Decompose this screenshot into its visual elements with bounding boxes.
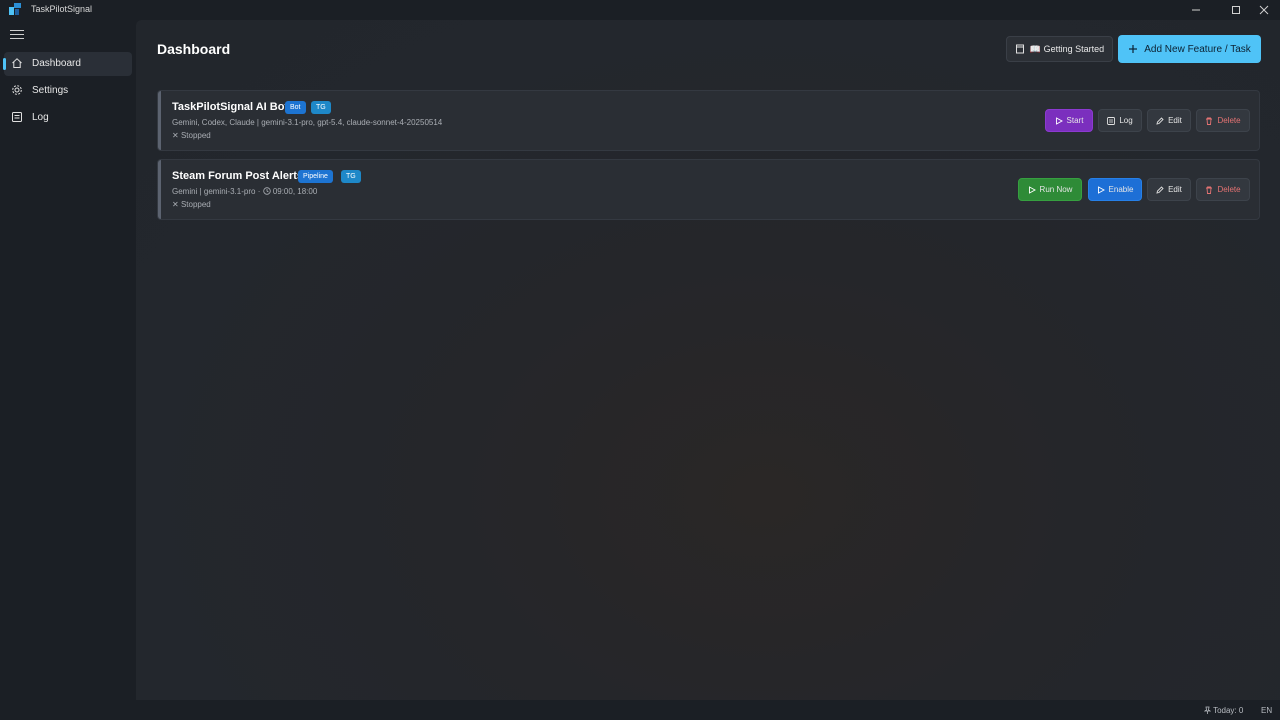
hamburger-icon-line — [10, 34, 24, 35]
sidebar-item-log[interactable]: Log — [4, 106, 132, 130]
badge-tg: TG — [341, 170, 361, 183]
edit-button[interactable]: Edit — [1147, 109, 1191, 132]
task-subtitle-models: Gemini | gemini-3.1-pro — [172, 187, 256, 196]
sidebar-item-dashboard[interactable]: Dashboard — [3, 52, 132, 76]
sidebar-item-label: Log — [32, 112, 49, 123]
clock-icon — [262, 187, 271, 195]
gear-icon — [12, 85, 22, 95]
play-icon — [1097, 185, 1105, 194]
title-bar: TaskPilotSignal — [0, 0, 1280, 20]
app-title: TaskPilotSignal — [31, 4, 93, 14]
sidebar: Dashboard Settings Log — [0, 20, 136, 700]
task-card: TaskPilotSignal AI Bot Bot TG Gemini, Co… — [157, 90, 1260, 151]
status-text: Stopped — [180, 200, 211, 209]
active-indicator — [3, 58, 6, 70]
menu-toggle-button[interactable] — [10, 30, 24, 42]
badge-bot: Bot — [285, 101, 306, 114]
sidebar-item-label: Dashboard — [32, 58, 81, 69]
add-new-feature-button[interactable]: Add New Feature / Task — [1118, 35, 1261, 63]
task-status: ✕ Stopped — [172, 131, 211, 140]
status-text: Stopped — [180, 131, 211, 140]
sidebar-item-label: Settings — [32, 85, 69, 96]
close-icon — [1259, 5, 1269, 15]
status-bar: Today: 0 EN — [0, 700, 1280, 720]
pencil-icon — [1156, 116, 1164, 125]
log-button[interactable]: Log — [1098, 109, 1142, 132]
book-icon — [1015, 44, 1024, 54]
log-icon — [12, 112, 22, 122]
delete-button[interactable]: Delete — [1196, 178, 1250, 201]
home-icon — [12, 58, 22, 68]
task-subtitle: Gemini | gemini-3.1-pro · 09:00, 18:00 — [172, 187, 317, 196]
task-name: Steam Forum Post Alerts — [172, 170, 304, 182]
delete-label: Delete — [1217, 116, 1241, 125]
language-selector[interactable]: EN — [1261, 706, 1272, 715]
delete-label: Delete — [1217, 185, 1241, 194]
close-button[interactable] — [1244, 0, 1280, 20]
task-name: TaskPilotSignal AI Bot — [172, 101, 289, 113]
page-title: Dashboard — [157, 41, 231, 57]
run-now-label: Run Now — [1039, 185, 1073, 194]
app-logo-icon — [9, 3, 21, 15]
edit-label: Edit — [1168, 185, 1182, 194]
enable-label: Enable — [1108, 185, 1134, 194]
start-label: Start — [1066, 116, 1084, 125]
run-now-button[interactable]: Run Now — [1018, 178, 1082, 201]
pencil-icon — [1156, 185, 1164, 194]
play-icon — [1055, 116, 1063, 125]
enable-button[interactable]: Enable — [1088, 178, 1142, 201]
maximize-icon — [1232, 6, 1240, 14]
log-label: Log — [1119, 116, 1133, 125]
badge-tg: TG — [311, 101, 331, 114]
plus-icon — [1129, 45, 1138, 53]
add-new-feature-label: Add New Feature / Task — [1144, 43, 1251, 55]
pin-icon — [1203, 706, 1212, 714]
play-icon — [1028, 185, 1036, 194]
task-status: ✕ Stopped — [172, 200, 211, 209]
main-content: Dashboard 📖 Getting Started Add New Feat… — [136, 20, 1280, 700]
getting-started-label: 📖 Getting Started — [1029, 43, 1105, 54]
edit-button[interactable]: Edit — [1147, 178, 1191, 201]
card-stripe — [158, 91, 161, 150]
task-subtitle: Gemini, Codex, Claude | gemini-3.1-pro, … — [172, 118, 443, 127]
hamburger-icon-line — [10, 38, 24, 39]
today-count-text: Today: 0 — [1213, 706, 1244, 715]
trash-icon — [1206, 186, 1213, 194]
card-stripe — [158, 160, 161, 219]
minimize-icon — [1192, 9, 1200, 11]
getting-started-button[interactable]: 📖 Getting Started — [1006, 36, 1113, 62]
task-schedule: 09:00, 18:00 — [272, 187, 318, 196]
today-counter: Today: 0 — [1203, 706, 1244, 715]
edit-label: Edit — [1168, 116, 1182, 125]
sidebar-item-settings[interactable]: Settings — [4, 79, 132, 103]
minimize-button[interactable] — [1176, 0, 1216, 20]
close-icon: ✕ — [172, 131, 181, 140]
delete-button[interactable]: Delete — [1196, 109, 1250, 132]
start-button[interactable]: Start — [1045, 109, 1093, 132]
task-card: Steam Forum Post Alerts Pipeline TG Gemi… — [157, 159, 1260, 220]
log-icon — [1107, 116, 1116, 125]
close-icon: ✕ — [172, 200, 181, 209]
hamburger-icon-line — [10, 30, 24, 31]
trash-icon — [1206, 117, 1213, 125]
badge-pipeline: Pipeline — [298, 170, 333, 183]
